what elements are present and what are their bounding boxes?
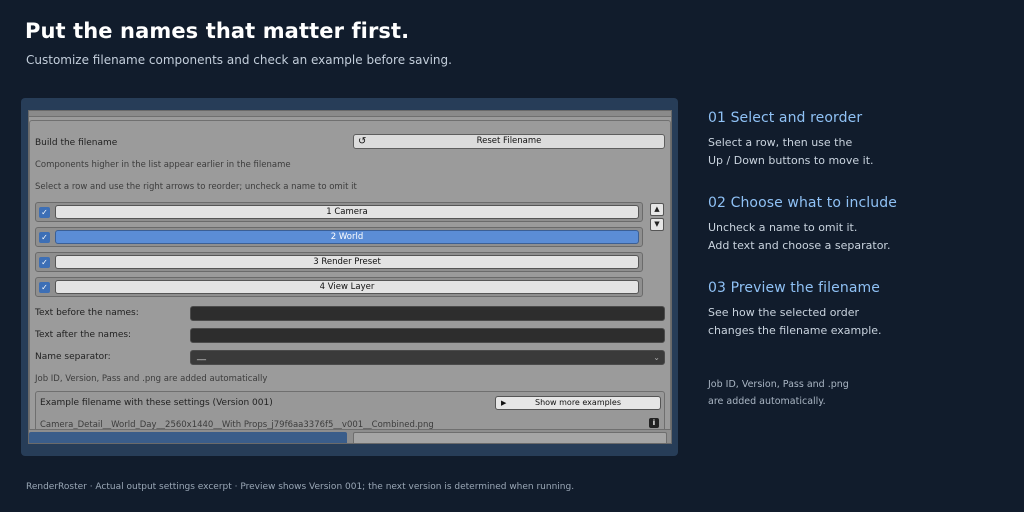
reorder-hint: Select a row and use the right arrows to… [35,182,357,192]
show-more-examples-label: Show more examples [535,398,621,407]
component-row-camera[interactable]: ✓ 1 Camera [35,202,643,222]
component-name-camera[interactable]: 1 Camera [55,205,639,219]
step-1-title: 01 Select and reorder [708,110,863,126]
screenshot-frame: Build the filename ↺ Reset Filename Comp… [21,98,678,456]
build-filename-section: Build the filename ↺ Reset Filename Comp… [29,120,671,435]
top-scroll-strip [29,111,671,117]
text-before-field[interactable] [190,306,665,321]
info-icon[interactable]: i [649,418,659,428]
auto-added-note: Job ID, Version, Pass and .png are added… [35,374,268,384]
step-2-line-2: Add text and choose a separator. [708,239,891,252]
step-1-line-2: Up / Down buttons to move it. [708,154,874,167]
page-subtitle: Customize filename components and check … [26,53,452,67]
auto-added-side-note: Job ID, Version, Pass and .png are added… [708,377,849,410]
settings-screenshot: Build the filename ↺ Reset Filename Comp… [28,110,672,444]
camera-checkbox[interactable]: ✓ [39,207,50,218]
step-3-line-1: See how the selected order [708,306,860,319]
triangle-down-icon: ▼ [654,220,660,228]
component-row-render-preset[interactable]: ✓ 3 Render Preset [35,252,643,272]
component-row-world[interactable]: ✓ 2 World [35,227,643,247]
move-down-button[interactable]: ▼ [650,218,664,231]
render-preset-checkbox[interactable]: ✓ [39,257,50,268]
page-title: Put the names that matter first. [25,19,410,43]
component-name-view-layer[interactable]: 4 View Layer [55,280,639,294]
play-icon: ▶ [501,399,507,407]
text-after-label: Text after the names: [35,330,132,340]
step-3-body: See how the selected order changes the f… [708,304,882,340]
step-2-body: Uncheck a name to omit it. Add text and … [708,219,890,255]
separator-label: Name separator: [35,352,111,362]
step-1-line-1: Select a row, then use the [708,136,853,149]
note-line-2: are added automatically. [708,395,826,407]
reset-filename-label: Reset Filename [476,136,542,146]
component-name-world[interactable]: 2 World [55,230,639,244]
separator-select[interactable]: __ ⌄ [190,350,665,365]
move-up-button[interactable]: ▲ [650,203,664,216]
chevron-down-icon: ⌄ [653,353,660,362]
note-line-1: Job ID, Version, Pass and .png [708,379,849,390]
text-before-label: Text before the names: [35,308,139,318]
bottom-tab-active[interactable] [29,432,347,443]
build-filename-label: Build the filename [35,138,118,148]
reset-filename-button[interactable]: ↺ Reset Filename [353,134,665,149]
triangle-up-icon: ▲ [654,205,660,213]
component-name-render-preset[interactable]: 3 Render Preset [55,255,639,269]
bottom-tab-inactive[interactable] [353,432,667,443]
separator-value: __ [197,351,206,361]
world-checkbox[interactable]: ✓ [39,232,50,243]
step-3-title: 03 Preview the filename [708,280,880,296]
order-hint: Components higher in the list appear ear… [35,160,291,170]
step-2-title: 02 Choose what to include [708,195,897,211]
view-layer-checkbox[interactable]: ✓ [39,282,50,293]
text-after-field[interactable] [190,328,665,343]
footer-caption: RenderRoster · Actual output settings ex… [26,482,575,492]
component-row-view-layer[interactable]: ✓ 4 View Layer [35,277,643,297]
show-more-examples-button[interactable]: ▶ Show more examples [495,396,661,410]
step-3-line-2: changes the filename example. [708,324,882,337]
example-title: Example filename with these settings (Ve… [40,398,273,408]
step-1-body: Select a row, then use the Up / Down but… [708,134,874,170]
step-2-line-1: Uncheck a name to omit it. [708,221,858,234]
bottom-tab-strip [29,429,671,443]
undo-arrow-icon: ↺ [358,136,367,147]
